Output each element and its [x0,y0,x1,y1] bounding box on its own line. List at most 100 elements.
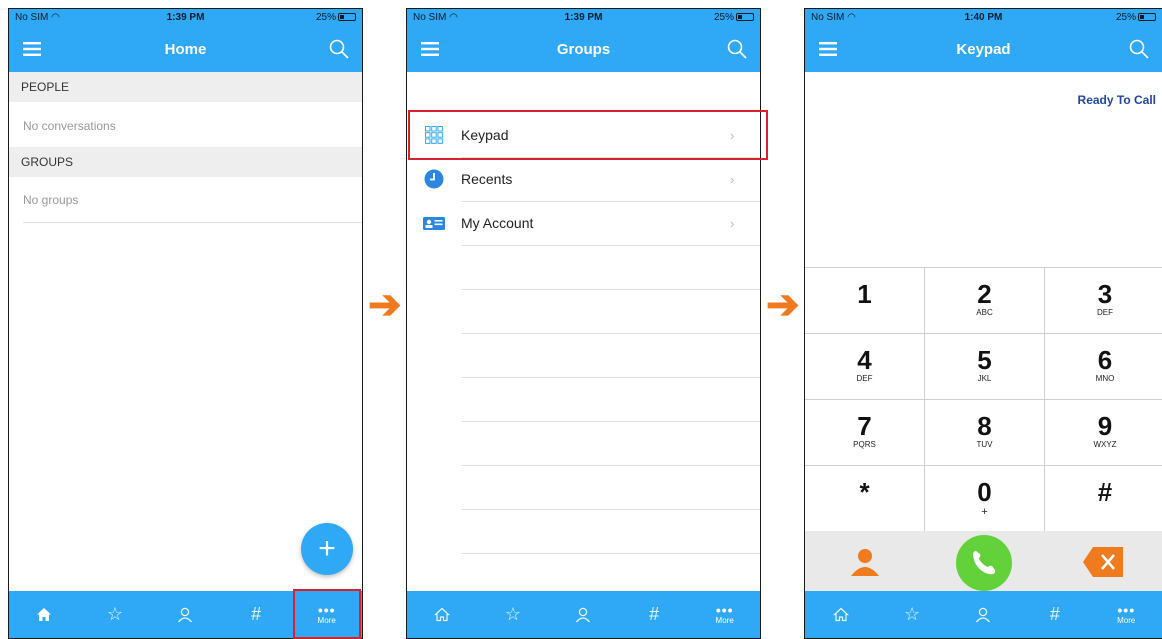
battery-indicator: 25% [242,12,357,23]
call-button[interactable] [956,535,1012,591]
battery-indicator: 25% [1041,12,1156,23]
more-label: More [1117,615,1136,625]
battery-icon [1138,13,1156,22]
page-title: Groups [556,40,611,58]
tab-bar: ☆ # ••• More [805,591,1162,638]
key-digit: 3 [1097,279,1113,309]
tab-home[interactable] [811,591,871,638]
time-label: 1:39 PM [564,12,603,23]
chevron-right-icon: › [730,215,735,231]
key-3[interactable]: 3 DEF [1045,268,1162,334]
list-divider [461,421,760,422]
tab-home[interactable] [14,591,74,638]
tab-bar: ☆ # ••• More [407,591,760,638]
key-1[interactable]: 1 [805,268,925,334]
id-card-icon [407,215,461,231]
key-star[interactable]: * [805,466,925,532]
list-divider [23,222,362,223]
hash-icon: # [1049,604,1060,624]
key-letters: TUV [976,440,993,449]
key-digit: 0 [977,477,992,507]
tab-home[interactable] [412,591,472,638]
contact-person-icon[interactable] [851,548,879,581]
tab-keypad[interactable]: # [1025,591,1085,638]
key-letters: DEF [1097,308,1113,317]
tab-more[interactable]: ••• More [695,591,755,638]
menu-item-label: Recents [461,171,513,187]
key-digit: 5 [977,345,992,375]
more-dots-icon: ••• [1117,601,1136,618]
groups-section-header: GROUPS [9,147,362,177]
page-title: Home [164,40,207,58]
tab-keypad[interactable]: # [226,591,286,638]
home-screen: No SIM ◠ 1:39 PM 25% Home PEOPLE No conv… [8,8,363,639]
key-letters: MNO [1095,374,1115,383]
key-2[interactable]: 2 ABC [925,268,1045,334]
tutorial-stage: No SIM ◠ 1:39 PM 25% Home PEOPLE No conv… [0,0,1162,639]
nav-bar: Keypad [805,26,1162,72]
tab-more[interactable]: ••• More [1096,591,1156,638]
status-bar: No SIM ◠ 1:40 PM 25% [805,9,1162,26]
key-5[interactable]: 5 JKL [925,334,1045,400]
person-icon [178,607,193,622]
search-icon[interactable] [714,26,760,72]
tab-favorites[interactable]: ☆ [483,591,543,638]
chevron-right-icon: › [730,171,735,187]
key-hash[interactable]: # [1045,466,1162,532]
hamburger-menu-icon[interactable] [407,26,453,72]
star-icon: ☆ [504,604,521,624]
key-digit: 2 [977,279,992,309]
nav-bar: Groups [407,26,760,72]
key-8[interactable]: 8 TUV [925,400,1045,466]
key-digit: 9 [1097,411,1113,441]
menu-item-label: My Account [461,215,534,231]
more-tab-highlight-box [293,589,361,639]
carrier-label: No SIM ◠ [811,12,856,23]
person-icon [576,607,591,622]
tab-favorites[interactable]: ☆ [882,591,942,638]
time-label: 1:39 PM [166,12,205,23]
search-icon[interactable] [316,26,362,72]
backspace-icon[interactable] [1083,547,1123,582]
key-0[interactable]: 0 + [925,466,1045,532]
list-divider [461,509,760,510]
search-icon[interactable] [1116,26,1162,72]
time-label: 1:40 PM [964,12,1003,23]
people-section-header: PEOPLE [9,72,362,102]
tab-contacts[interactable] [155,591,215,638]
keypad-screen: No SIM ◠ 1:40 PM 25% Keypad Ready To Cal… [804,8,1162,639]
tab-keypad[interactable]: # [624,591,684,638]
key-letters: PQRS [853,440,876,449]
groups-screen: No SIM ◠ 1:39 PM 25% Groups Keypad › Rec… [406,8,761,639]
keypad-item-highlight-box [408,110,768,160]
dial-pad: 1 2 ABC 3 DEF 4 DEF 5 JKL 6 MNO 7 PQRS 8 TUV 9W… [805,267,1162,532]
phone-icon [973,551,996,575]
tab-contacts[interactable] [953,591,1013,638]
clock-icon [407,169,461,189]
page-title: Keypad [956,40,1011,58]
nav-bar: Home [9,26,362,72]
list-divider [461,465,760,466]
more-dots-icon: ••• [715,601,734,618]
key-letters: ABC [976,308,993,317]
menu-item-my-account[interactable]: My Account › [407,201,760,245]
key-digit: 1 [857,279,872,309]
tab-contacts[interactable] [553,591,613,638]
key-digit: 6 [1097,345,1113,375]
home-outline-icon [434,607,451,622]
wifi-icon: ◠ [847,12,856,23]
key-9[interactable]: 9 WXYZ [1045,400,1162,466]
hash-icon: # [649,604,660,624]
key-letters: DEF [856,374,873,383]
key-digit: # [1097,477,1113,507]
tab-favorites[interactable]: ☆ [85,591,145,638]
menu-item-recents[interactable]: Recents › [407,157,760,201]
key-7[interactable]: 7 PQRS [805,400,925,466]
battery-icon [736,13,755,22]
key-4[interactable]: 4 DEF [805,334,925,400]
new-conversation-fab[interactable]: + [301,523,353,575]
wifi-icon: ◠ [51,12,60,23]
key-6[interactable]: 6 MNO [1045,334,1162,400]
hamburger-menu-icon[interactable] [805,26,851,72]
hamburger-menu-icon[interactable] [9,26,55,72]
